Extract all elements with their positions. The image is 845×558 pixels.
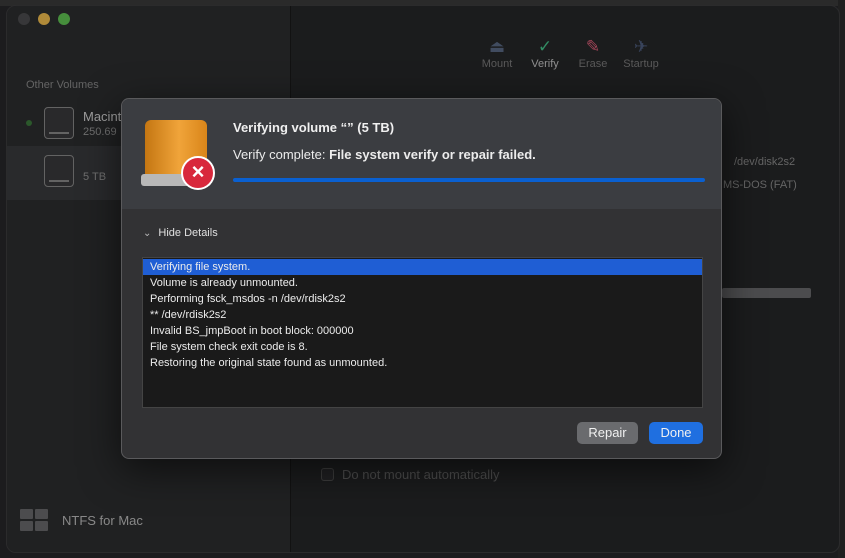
- hide-details-toggle[interactable]: ⌄ Hide Details: [143, 227, 218, 239]
- status-prefix: Verify complete:: [233, 147, 326, 162]
- dialog-status: Verify complete: File system verify or r…: [233, 147, 536, 162]
- verify-dialog: × Verifying volume “” (5 TB) Verify comp…: [121, 98, 722, 459]
- details-log[interactable]: Verifying file system. Volume is already…: [142, 257, 703, 408]
- error-icon: ×: [181, 156, 215, 190]
- log-line[interactable]: Volume is already unmounted.: [143, 275, 702, 291]
- external-drive-icon: ×: [141, 116, 215, 190]
- log-line[interactable]: Invalid BS_jmpBoot in boot block: 000000: [143, 323, 702, 339]
- progress-bar: [233, 178, 705, 182]
- status-message: File system verify or repair failed.: [329, 147, 536, 162]
- log-line[interactable]: Performing fsck_msdos -n /dev/rdisk2s2: [143, 291, 702, 307]
- log-line[interactable]: Verifying file system.: [143, 259, 702, 275]
- done-button[interactable]: Done: [649, 422, 703, 444]
- log-line[interactable]: Restoring the original state found as un…: [143, 355, 702, 371]
- log-line[interactable]: ** /dev/rdisk2s2: [143, 307, 702, 323]
- dialog-title: Verifying volume “” (5 TB): [233, 120, 395, 135]
- log-line[interactable]: File system check exit code is 8.: [143, 339, 702, 355]
- chevron-down-icon: ⌄: [143, 227, 152, 239]
- repair-button[interactable]: Repair: [577, 422, 638, 444]
- details-label: Hide Details: [158, 227, 218, 239]
